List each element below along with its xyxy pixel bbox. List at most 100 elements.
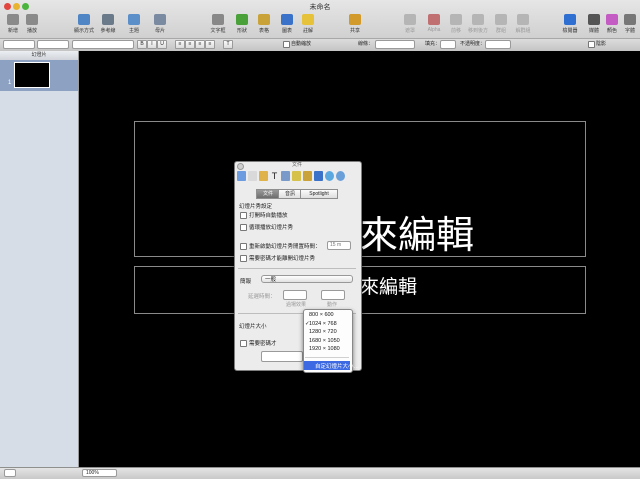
view-toggle-button[interactable] [4,469,16,477]
guides-label: 參考線 [100,28,116,34]
slide-thumbnail[interactable] [14,62,50,88]
master-button[interactable]: 母片 [150,14,170,36]
guides-button[interactable]: 參考線 [98,14,118,36]
justify-button[interactable]: ≡ [205,40,215,49]
chart-button[interactable]: 圖表 [277,14,297,36]
master-icon [154,14,166,25]
slideshow-settings-heading: 幻燈片秀設定 [239,204,273,210]
media-icon [588,14,600,25]
new-icon [7,14,19,25]
text-color-button[interactable]: T [223,40,233,49]
fill-well[interactable] [440,40,456,49]
password-exit-checkbox[interactable] [240,255,247,262]
inspector-label: 檢閱器 [562,28,578,34]
table-button[interactable]: 表格 [254,14,274,36]
opacity-label: 不透明度： [460,41,486,47]
new-button[interactable]: 新增 [3,14,23,36]
build-inspector-icon[interactable] [259,171,268,181]
size-option[interactable]: 1680 × 1050 [309,338,340,344]
inspector-button[interactable]: 檢閱器 [560,14,580,36]
size-option[interactable]: 1920 × 1080 [309,346,340,352]
size-option[interactable]: 800 × 600 [309,312,334,318]
comment-label: 註解 [302,28,313,34]
ungroup-button[interactable]: 解群組 [513,14,533,36]
guides-icon [102,14,114,25]
align-left-button[interactable]: ≡ [175,40,185,49]
ungroup-label: 解群組 [515,28,531,34]
change-password-button[interactable] [261,351,303,362]
menu-separator [305,357,349,358]
text-inspector-icon[interactable]: T [270,171,279,181]
inspector-close-icon[interactable] [237,163,244,170]
mask-icon [404,14,416,25]
play-icon [26,14,38,25]
italic-button[interactable]: I [147,40,157,49]
bold-button[interactable]: B [137,40,147,49]
chart-inspector-icon[interactable] [314,171,323,181]
mask-button[interactable]: 遮罩 [400,14,420,36]
font-popup[interactable] [37,40,69,49]
zoom-popup[interactable]: 100% [82,469,117,477]
media-button[interactable]: 媒體 [584,14,604,36]
restart-minutes-field[interactable]: 15 m [327,241,351,250]
theme-label: 主題 [128,28,139,34]
slide-subtitle-text: 來編輯 [360,277,418,298]
loop-checkbox[interactable] [240,224,247,231]
align-center-button[interactable]: ≡ [185,40,195,49]
media-label: 媒體 [588,28,599,34]
colors-button[interactable]: 顏色 [602,14,622,36]
table-inspector-icon[interactable] [303,171,312,181]
shape-button[interactable]: 形狀 [232,14,252,36]
metrics-inspector-icon[interactable] [292,171,301,181]
loop-label: 循環播放幻燈片秀 [249,225,294,231]
opacity-field[interactable] [485,40,511,49]
restart-checkbox[interactable] [240,243,247,250]
comment-button[interactable]: 註解 [298,14,318,36]
transition-delay-field[interactable] [283,290,307,300]
back-button[interactable]: 移到後方 [468,14,488,36]
inspector-title: 文件 [291,162,302,168]
chart-label: 圖表 [281,28,292,34]
tab-audio[interactable]: 音訊 [278,189,302,199]
slide-size-label: 幻燈片大小 [239,324,267,330]
mask-label: 遮罩 [404,28,415,34]
underline-button[interactable]: U [157,40,167,49]
group-button[interactable]: 群組 [491,14,511,36]
size-option[interactable]: 1280 × 720 [309,329,337,335]
master-label: 母片 [154,28,165,34]
colors-label: 顏色 [606,28,617,34]
front-label: 前移 [450,28,461,34]
quicktime-inspector-icon[interactable] [336,171,345,181]
hyperlink-inspector-icon[interactable] [325,171,334,181]
share-button[interactable]: 共享 [345,14,365,36]
slide-inspector-icon[interactable] [248,171,257,181]
alpha-button[interactable]: Alpha [424,14,444,36]
custom-size-option[interactable]: 自定幻燈片大小… [315,362,359,370]
font-family-popup[interactable] [72,40,134,49]
style-popup[interactable] [3,40,35,49]
build-delay-field[interactable] [321,290,345,300]
play-button[interactable]: 播放 [22,14,42,36]
alpha-icon [428,14,440,25]
slide-number: 1 [8,80,12,86]
stroke-label: 線條： [358,41,374,47]
front-button[interactable]: 前移 [446,14,466,36]
theme-button[interactable]: 主題 [124,14,144,36]
shadow-checkbox[interactable] [588,41,595,48]
autoscale-checkbox[interactable] [283,41,290,48]
document-inspector-icon[interactable] [237,171,246,181]
tab-document[interactable]: 文件 [256,189,280,199]
stroke-popup[interactable] [375,40,415,49]
textbox-icon [212,14,224,25]
fonts-button[interactable]: 字體 [620,14,640,36]
textbox-button[interactable]: 文字框 [208,14,228,36]
view-mode-button[interactable]: 顯示方式 [74,14,94,36]
align-right-button[interactable]: ≡ [195,40,205,49]
alpha-label: Alpha [427,27,441,33]
graphic-inspector-icon[interactable] [281,171,290,181]
tab-spotlight[interactable]: Spotlight [300,189,338,199]
presentation-popup[interactable]: 一般 [261,275,353,283]
size-option[interactable]: 1024 × 768 [309,321,337,327]
password-open-checkbox[interactable] [240,340,247,347]
autoplay-checkbox[interactable] [240,212,247,219]
